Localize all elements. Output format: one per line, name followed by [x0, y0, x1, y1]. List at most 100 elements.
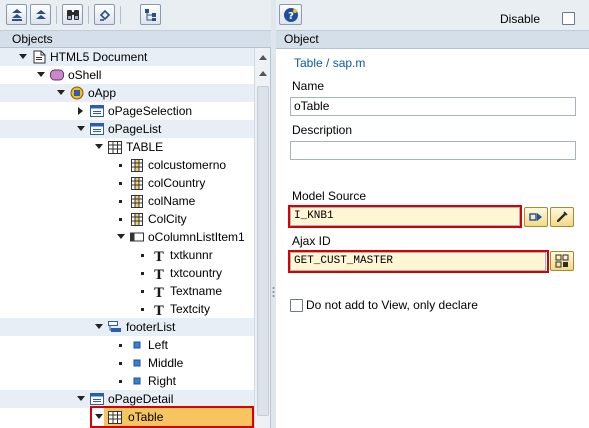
- tree-node-ocolumnlistitem1[interactable]: oColumnListItem1: [0, 228, 254, 246]
- tree-scrollbar[interactable]: [254, 48, 270, 428]
- tree-node-colcity[interactable]: ColCity: [0, 210, 254, 228]
- name-field[interactable]: oTable: [290, 97, 576, 116]
- text-icon: T: [152, 302, 166, 316]
- column-icon: [130, 158, 144, 172]
- text-icon: T: [152, 248, 166, 262]
- tree-node-label: oPageSelection: [108, 104, 193, 118]
- disable-label: Disable: [500, 12, 541, 26]
- tree-node-colcustomerno[interactable]: colcustomerno: [0, 156, 254, 174]
- tree-node-oshell[interactable]: oShell: [0, 66, 254, 84]
- tree-node-middle[interactable]: Middle: [0, 354, 254, 372]
- tree-bullet: [119, 344, 122, 347]
- collapse-arrow-icon[interactable]: [94, 138, 104, 156]
- declare-only-checkbox[interactable]: [290, 299, 303, 312]
- tree-node-label: colName: [148, 194, 196, 208]
- ajax-id-label: Ajax ID: [292, 234, 331, 248]
- model-source-clear-icon[interactable]: [550, 207, 574, 227]
- tree-bullet: [141, 254, 144, 257]
- tree-bullet: [119, 218, 122, 221]
- tree-bullet: [141, 272, 144, 275]
- tree-node-table[interactable]: TABLE: [0, 138, 254, 156]
- tree-node-opageselection[interactable]: oPageSelection: [0, 102, 254, 120]
- small-square-icon: [130, 338, 144, 352]
- tree-node-colname[interactable]: colName: [0, 192, 254, 210]
- undo-icon[interactable]: [94, 4, 115, 25]
- shell-icon: [50, 68, 64, 82]
- collapse-arrow-icon[interactable]: [116, 228, 126, 246]
- tree-node-label: oApp: [88, 86, 117, 100]
- document-icon: [32, 50, 46, 64]
- scroll-thumb[interactable]: [257, 86, 269, 416]
- ajax-id-field[interactable]: GET_CUST_MASTER: [290, 252, 546, 271]
- ajax-id-value-help-icon[interactable]: [550, 251, 574, 271]
- svg-text:?: ?: [288, 11, 294, 22]
- tree-node-label: footerList: [126, 320, 176, 334]
- collapse-arrow-icon[interactable]: [18, 48, 28, 66]
- attributes-panel: ? Disable Object Table / sap.m Name oTab…: [276, 0, 589, 428]
- collapse-all-icon[interactable]: [30, 4, 51, 25]
- text-icon: T: [152, 284, 166, 298]
- description-field[interactable]: [290, 141, 576, 160]
- tree-node-right[interactable]: Right: [0, 372, 254, 390]
- page-icon: [90, 392, 104, 406]
- tree-node-left[interactable]: Left: [0, 336, 254, 354]
- expand-arrow-icon[interactable]: [76, 102, 86, 120]
- tree-node-opagedetail[interactable]: oPageDetail: [0, 390, 254, 408]
- tree-node-label: oColumnListItem1: [148, 230, 245, 244]
- tree-node-txtcountry[interactable]: Ttxtcountry: [0, 264, 254, 282]
- collapse-arrow-icon[interactable]: [76, 120, 86, 138]
- collapse-arrow-icon[interactable]: [94, 318, 104, 336]
- name-label: Name: [292, 79, 325, 93]
- tree-node-label: colCountry: [148, 176, 206, 190]
- tree-node-textname[interactable]: T Textname: [0, 282, 254, 300]
- column-icon: [130, 212, 144, 226]
- svg-text:T: T: [154, 268, 164, 280]
- tree-node-label: colcustomerno: [148, 158, 227, 172]
- attributes-toolbar: ? Disable: [276, 0, 589, 31]
- collapse-arrow-icon[interactable]: [36, 66, 46, 84]
- collapse-arrow-icon[interactable]: [94, 408, 104, 426]
- model-source-field[interactable]: I_KNB1: [290, 207, 520, 226]
- app-icon: [70, 86, 84, 100]
- object-type-link[interactable]: Table / sap.m: [294, 56, 365, 70]
- text-icon: T: [152, 266, 166, 280]
- tree-node-otable[interactable]: oTable: [0, 406, 254, 428]
- table-icon: [108, 140, 122, 154]
- column-icon: [130, 194, 144, 208]
- tree-node-colcountry[interactable]: colCountry: [0, 174, 254, 192]
- collapse-arrow-icon[interactable]: [56, 84, 66, 102]
- scroll-up-small-icon[interactable]: [256, 66, 270, 80]
- scroll-up-icon[interactable]: [256, 50, 270, 64]
- help-icon[interactable]: ?: [279, 4, 302, 25]
- svg-text:T: T: [154, 304, 164, 316]
- tree-bullet: [119, 380, 122, 383]
- model-source-navigate-icon[interactable]: [524, 207, 548, 227]
- tree-node-label: Right: [148, 374, 177, 388]
- footer-icon: [108, 320, 122, 334]
- tree-node-label: Textname: [170, 284, 223, 298]
- page-icon: [90, 104, 104, 118]
- small-square-icon: [130, 374, 144, 388]
- tree-node-opagelist[interactable]: oPageList: [0, 120, 254, 138]
- tree-node-label: txtkunnr: [170, 248, 213, 262]
- expand-all-icon[interactable]: [6, 4, 27, 25]
- tree-node-footerlist[interactable]: footerList: [0, 318, 254, 336]
- column-icon: [130, 176, 144, 190]
- hierarchy-icon[interactable]: [140, 4, 161, 25]
- tree-node-label: ColCity: [148, 212, 187, 226]
- binoculars-icon[interactable]: [62, 4, 83, 25]
- tree-node-html5-document[interactable]: HTML5 Document: [0, 48, 254, 66]
- svg-text:T: T: [154, 286, 164, 298]
- tree-node-textcity[interactable]: T Textcity: [0, 300, 254, 318]
- page-icon: [90, 122, 104, 136]
- model-source-label: Model Source: [292, 189, 367, 203]
- objects-panel: Objects HTML5 Document oShell oApp oPageSel…: [0, 0, 271, 428]
- disable-checkbox[interactable]: [562, 12, 575, 25]
- collapse-arrow-icon[interactable]: [76, 390, 86, 408]
- object-tree: HTML5 Document oShell oApp oPageSelection oP…: [0, 48, 254, 428]
- tree-bullet: [119, 182, 122, 185]
- svg-text:T: T: [154, 250, 164, 262]
- tree-node-oapp[interactable]: oApp: [0, 84, 254, 102]
- tree-bullet: [119, 362, 122, 365]
- tree-node-txtkunnr[interactable]: Ttxtkunnr: [0, 246, 254, 264]
